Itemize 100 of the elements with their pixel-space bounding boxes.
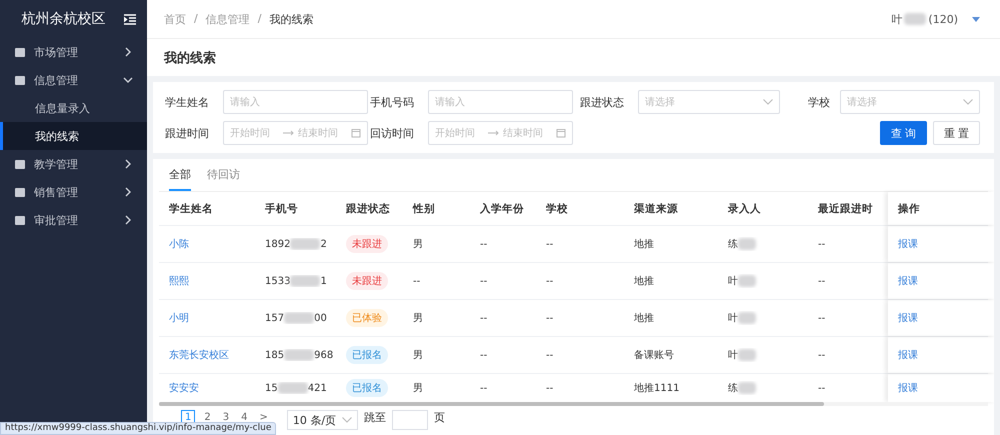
redaction-blur bbox=[738, 275, 756, 287]
arrow-right-icon bbox=[283, 130, 295, 136]
table-cell: -- bbox=[546, 276, 554, 286]
student-name-link[interactable]: 小陈 bbox=[169, 237, 189, 251]
filter-label: 跟进时间 bbox=[165, 126, 210, 140]
user-name[interactable]: 叶 bbox=[891, 12, 902, 26]
column-header: 操作 bbox=[898, 202, 920, 216]
table-cell-text: 男 bbox=[413, 349, 423, 362]
table-cell: -- bbox=[818, 312, 826, 324]
student-name-link[interactable]: 安安安 bbox=[169, 381, 199, 395]
redaction-blur bbox=[290, 238, 320, 250]
enroll-link[interactable]: 报课 bbox=[898, 381, 918, 395]
enroll-link[interactable]: 报课 bbox=[898, 348, 918, 362]
page-unit-label: 页 bbox=[434, 410, 446, 425]
sidebar-item[interactable]: 教学管理 bbox=[0, 150, 147, 178]
column-header: 性别 bbox=[413, 202, 435, 216]
filter-label: 手机号码 bbox=[370, 94, 415, 110]
submenu-item[interactable]: 信息量录入 bbox=[0, 94, 147, 122]
menu-icon bbox=[14, 158, 26, 170]
student-name-link[interactable]: 小明 bbox=[169, 311, 189, 325]
table-cell: -- bbox=[818, 276, 826, 286]
redaction-blur bbox=[738, 312, 756, 324]
status-tag: 已报名 bbox=[346, 379, 388, 397]
breadcrumb-link[interactable]: 我的线索 bbox=[269, 12, 314, 26]
page-button[interactable]: 2 bbox=[201, 410, 214, 425]
table-cell-text: 练 bbox=[728, 238, 738, 251]
tab[interactable]: 待回访 bbox=[207, 159, 240, 191]
redaction-blur bbox=[904, 13, 926, 25]
table-cell: -- bbox=[480, 382, 488, 394]
status-bar-url: https://xmw9999-class.shuangshi.vip/info-manage/my-clue bbox=[0, 422, 276, 435]
table-cell: 968 bbox=[314, 350, 334, 360]
table-cell: -- bbox=[546, 382, 554, 394]
page-jump-field[interactable] bbox=[392, 410, 428, 430]
status-tag: 未跟进 bbox=[346, 272, 388, 290]
menu-icon bbox=[14, 186, 26, 198]
chevron-down-icon bbox=[763, 99, 773, 105]
table-cell-text: 男 bbox=[413, 382, 423, 395]
page-button[interactable]: 3 bbox=[220, 410, 232, 425]
search-button[interactable]: 查 询 bbox=[880, 121, 927, 145]
enroll-link[interactable]: 报课 bbox=[898, 274, 918, 288]
sidebar-item[interactable]: 信息管理 bbox=[0, 66, 147, 94]
column-header: 渠道来源 bbox=[634, 202, 678, 216]
reset-button[interactable]: 重 置 bbox=[933, 121, 980, 145]
table-cell: 185 bbox=[265, 350, 284, 360]
redaction-blur bbox=[738, 349, 756, 361]
table-cell: -- bbox=[546, 238, 554, 250]
student-name-link[interactable]: 东莞长安校区 bbox=[169, 348, 229, 362]
enroll-link[interactable]: 报课 bbox=[898, 237, 918, 251]
table-cell-text: 地推1111 bbox=[634, 382, 680, 395]
chevron-down-icon bbox=[123, 75, 133, 85]
table-cell-text: 备课账号 bbox=[634, 348, 674, 362]
sidebar-item[interactable]: 销售管理 bbox=[0, 178, 147, 206]
column-header: 入学年份 bbox=[480, 202, 524, 216]
breadcrumb-link[interactable]: 首页 bbox=[164, 12, 186, 26]
user-count[interactable]: (120) bbox=[928, 12, 958, 26]
enroll-link[interactable]: 报课 bbox=[898, 311, 918, 325]
filter-label: 跟进状态 bbox=[580, 94, 625, 110]
table-cell: -- bbox=[546, 312, 554, 324]
column-header: 跟进状态 bbox=[346, 202, 390, 216]
redaction-blur bbox=[278, 382, 308, 394]
filter-label: 回访时间 bbox=[370, 126, 415, 140]
table-cell: -- bbox=[480, 276, 488, 286]
chevron-right-icon bbox=[123, 159, 133, 169]
chevron-down-icon bbox=[342, 417, 352, 423]
breadcrumb-link[interactable]: 信息管理 bbox=[206, 12, 250, 26]
calendar-icon bbox=[351, 128, 361, 138]
column-header: 最近跟进时 bbox=[818, 202, 873, 216]
table-cell: 2 bbox=[320, 238, 327, 250]
status-tag: 已报名 bbox=[346, 346, 388, 364]
table-cell: -- bbox=[818, 350, 826, 360]
status-tag: 未跟进 bbox=[346, 235, 388, 253]
next-page-button[interactable]: > bbox=[256, 410, 271, 425]
table-cell: -- bbox=[480, 312, 488, 324]
text-input-field[interactable]: 请输入 bbox=[223, 90, 368, 114]
table-cell-text: 练 bbox=[728, 382, 738, 395]
table-cell-text: 叶 bbox=[728, 348, 738, 362]
page-title: 我的线索 bbox=[164, 50, 216, 66]
jump-label: 跳至 bbox=[364, 410, 386, 425]
chevron-right-icon bbox=[123, 215, 133, 225]
chevron-down-icon bbox=[963, 99, 973, 105]
student-name-link[interactable]: 熙熙 bbox=[169, 274, 189, 288]
submenu-item[interactable]: 我的线索 bbox=[0, 122, 147, 150]
redaction-blur bbox=[290, 275, 320, 287]
redaction-blur bbox=[284, 312, 314, 324]
table-cell: 15 bbox=[265, 382, 278, 394]
tab[interactable]: 全部 bbox=[169, 159, 191, 191]
page-button[interactable]: 4 bbox=[238, 410, 250, 425]
sidebar-item[interactable]: 审批管理 bbox=[0, 206, 147, 234]
horizontal-scrollbar[interactable] bbox=[159, 402, 988, 406]
dropdown-caret-icon[interactable] bbox=[972, 16, 980, 22]
sidebar-item[interactable]: 市场管理 bbox=[0, 38, 147, 66]
table-cell: 157 bbox=[265, 312, 284, 324]
table-cell-text: 男 bbox=[413, 238, 423, 251]
page-size-select[interactable]: 10 条/页 bbox=[286, 410, 358, 430]
text-input-field[interactable]: 请输入 bbox=[428, 90, 573, 114]
redaction-blur bbox=[738, 238, 756, 250]
table-cell-text: 地推 bbox=[634, 312, 654, 325]
menu-fold-icon[interactable] bbox=[124, 14, 136, 24]
table-cell: -- bbox=[546, 350, 554, 360]
calendar-icon bbox=[556, 128, 566, 138]
